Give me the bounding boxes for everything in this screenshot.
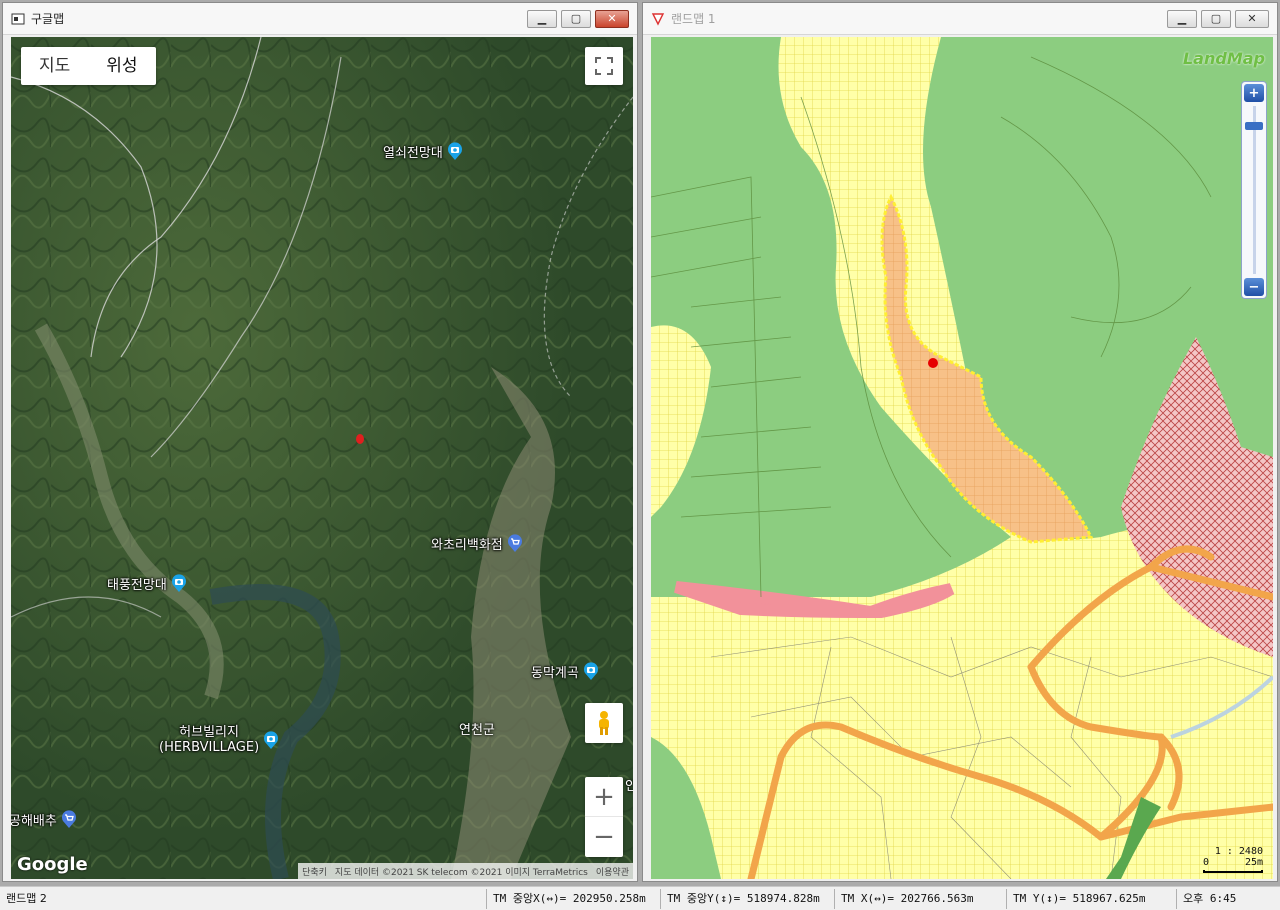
pegman-icon [599,711,609,735]
camera-icon [447,142,462,160]
status-app-name: 랜드맵 2 [6,891,47,905]
shopping-cart-icon [61,810,76,828]
poi-label: 태풍전망대 [107,577,167,593]
google-map-titlebar[interactable]: 구글맵 ▁ ▢ ✕ [3,3,637,35]
map-type-map[interactable]: 지도 [21,47,88,85]
target-marker[interactable] [356,434,364,444]
poi-yeolsoe[interactable]: 열쇠전망대 [383,141,464,161]
zoom-in-button[interactable]: + [1244,84,1264,102]
window-title: 랜드맵 1 [671,12,716,26]
minimize-button[interactable]: ▁ [527,9,557,28]
landmap-titlebar[interactable]: 랜드맵 1 ▁ ▢ ✕ [643,3,1277,35]
poi-label: 공해배추 [11,813,57,829]
poi-baechu[interactable]: 공해배추 [11,809,78,829]
zoom-out-button[interactable]: − [585,817,623,857]
scale-distance: 25m [1244,857,1263,868]
location-marker[interactable] [928,358,938,368]
status-tm-x: TM X(↔)= 202766.563m [834,888,1006,909]
satellite-map[interactable]: 지도 위성 열쇠전망대 와초리백화점 태풍전망대 동막계곡 허브빌리지 (HER… [11,37,633,879]
status-tm-y: TM Y(↕)= 518967.625m [1006,888,1176,909]
camera-icon [171,574,186,592]
fullscreen-icon [595,57,613,75]
status-tm-center-y: TM 중앙Y(↕)= 518974.828m [660,888,834,909]
close-button[interactable]: ✕ [595,9,629,28]
map-data-credit: 지도 데이터 ©2021 SK telecom ©2021 이미지 TerraM… [334,867,588,878]
maximize-button[interactable]: ▢ [561,9,591,28]
zoom-out-button[interactable]: − [1244,278,1264,296]
app-icon [11,13,25,24]
street-view-pegman[interactable] [585,703,623,743]
satellite-imagery [11,37,633,879]
map-type-satellite[interactable]: 위성 [88,47,155,85]
scale-ratio: 1 : 2480 [1214,846,1263,857]
camera-icon [583,662,598,680]
scale-indicator: 1 : 2480 0 25m [1203,846,1263,873]
status-time: 오후 6:45 [1176,888,1266,909]
poi-taepung[interactable]: 태풍전망대 [107,573,188,593]
scale-zero: 0 [1203,857,1210,868]
zoom-control: + − [585,777,623,857]
status-tm-center-x: TM 중앙X(↔)= 202950.258m [486,888,660,909]
poi-label: 동막계곡 [531,665,579,681]
poi-herbvillage[interactable]: 허브빌리지 (HERBVILLAGE) [159,725,280,755]
google-logo: Google [17,854,88,875]
cadastral-map[interactable]: LandMap + − 1 : 2480 0 25m [651,37,1273,879]
zoom-in-button[interactable]: + [585,777,623,817]
landmap-app-icon [651,12,665,26]
google-map-window: 구글맵 ▁ ▢ ✕ 지도 위성 열쇠전망대 와초리백화점 태풍전망대 동막계곡 … [2,2,638,882]
scale-bar [1203,870,1263,873]
map-attribution: 단축키 지도 데이터 ©2021 SK telecom ©2021 이미지 Te… [298,863,633,879]
status-bar: 랜드맵 2 TM 중앙X(↔)= 202950.258m TM 중앙Y(↕)= … [0,886,1280,910]
terms-link[interactable]: 이용약관 [596,865,629,878]
cadastral-map-drawing [651,37,1273,879]
poi-dongmak[interactable]: 동막계곡 [531,661,600,681]
window-title: 구글맵 [31,12,65,26]
shopping-cart-icon [507,534,522,552]
map-type-control[interactable]: 지도 위성 [21,47,156,85]
landmap-window: 랜드맵 1 ▁ ▢ ✕ LandMap + − 1: 2480 0 25m [642,2,1278,882]
zoom-slider[interactable]: + − [1241,81,1267,299]
keyboard-shortcuts-link[interactable]: 단축키 [302,865,327,878]
poi-label: 허브빌리지 (HERBVILLAGE) [159,725,260,755]
poi-label: 열쇠전망대 [383,145,443,161]
landmap-logo: LandMap [1182,49,1265,68]
minimize-button[interactable]: ▁ [1167,9,1197,28]
town-label: 인 [625,779,633,794]
town-label: 연천군 [459,723,495,738]
camera-icon [264,731,279,749]
poi-wachori[interactable]: 와초리백화점 [431,533,524,553]
poi-label: 와초리백화점 [431,537,503,553]
zoom-knob[interactable] [1245,122,1263,130]
maximize-button[interactable]: ▢ [1201,9,1231,28]
zoom-track[interactable] [1253,106,1256,274]
fullscreen-button[interactable] [585,47,623,85]
close-button[interactable]: ✕ [1235,9,1269,28]
